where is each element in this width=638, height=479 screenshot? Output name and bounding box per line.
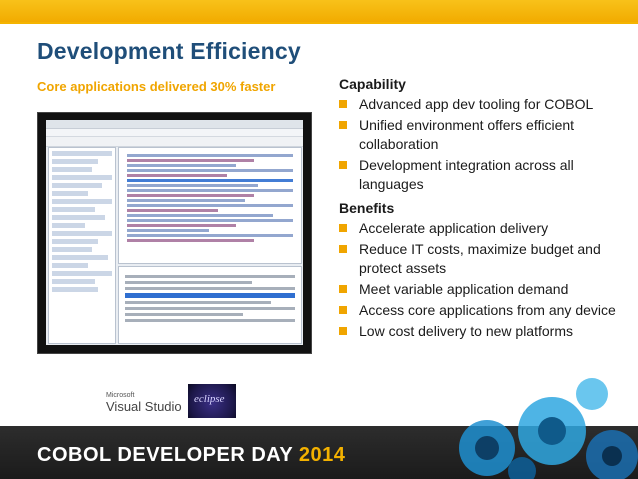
footer-year: 2014: [298, 444, 346, 466]
benefit-item: Access core applications from any device: [339, 301, 625, 320]
bullet-square-icon: [339, 161, 347, 169]
content-column: Capability Advanced app dev tooling for …: [339, 76, 625, 343]
ide-code-editor: [118, 147, 302, 264]
ide-titlebar: [46, 120, 303, 129]
benefits-heading: Benefits: [339, 200, 395, 216]
benefits-list: Accelerate application delivery Reduce I…: [339, 219, 625, 341]
slide: Development Efficiency Core applications…: [0, 0, 638, 479]
ide-navigator-pane: [48, 147, 116, 344]
slide-title: Development Efficiency: [37, 38, 301, 64]
ide-menubar: [46, 129, 303, 137]
footer-gear-artwork: [459, 378, 638, 479]
bullet-square-icon: [339, 121, 347, 129]
benefit-item: Low cost delivery to new platforms: [339, 322, 625, 341]
benefit-item: Accelerate application delivery: [339, 219, 625, 238]
bullet-square-icon: [339, 285, 347, 293]
bullet-square-icon: [339, 100, 347, 108]
ide-screenshot: [38, 113, 311, 353]
footer-event-name: COBOL DEVELOPER DAY 2014: [37, 444, 346, 466]
bullet-square-icon: [339, 224, 347, 232]
benefit-item: Meet variable application demand: [339, 280, 625, 299]
benefit-item: Reduce IT costs, maximize budget and pro…: [339, 240, 625, 278]
capability-list: Advanced app dev tooling for COBOL Unifi…: [339, 95, 625, 194]
eclipse-logo: eclipse: [188, 384, 236, 418]
ide-bottom-panel: [118, 266, 302, 344]
visual-studio-logo-text: Visual Studio: [106, 399, 182, 414]
capability-item: Unified environment offers efficient col…: [339, 116, 625, 154]
bullet-square-icon: [339, 306, 347, 314]
capability-heading: Capability: [339, 76, 406, 92]
capability-item: Development integration across all langu…: [339, 156, 625, 194]
eclipse-logo-text: eclipse: [194, 393, 225, 405]
ide-toolbar: [46, 137, 303, 147]
visual-studio-logo-small: Microsoft: [106, 392, 135, 399]
top-accent-bar: [0, 0, 638, 24]
bullet-square-icon: [339, 327, 347, 335]
ide-window: [46, 120, 303, 345]
bullet-square-icon: [339, 245, 347, 253]
capability-item: Advanced app dev tooling for COBOL: [339, 95, 625, 114]
slide-subtitle: Core applications delivered 30% faster: [37, 79, 276, 94]
visual-studio-logo: Microsoft Visual Studio: [106, 392, 182, 418]
